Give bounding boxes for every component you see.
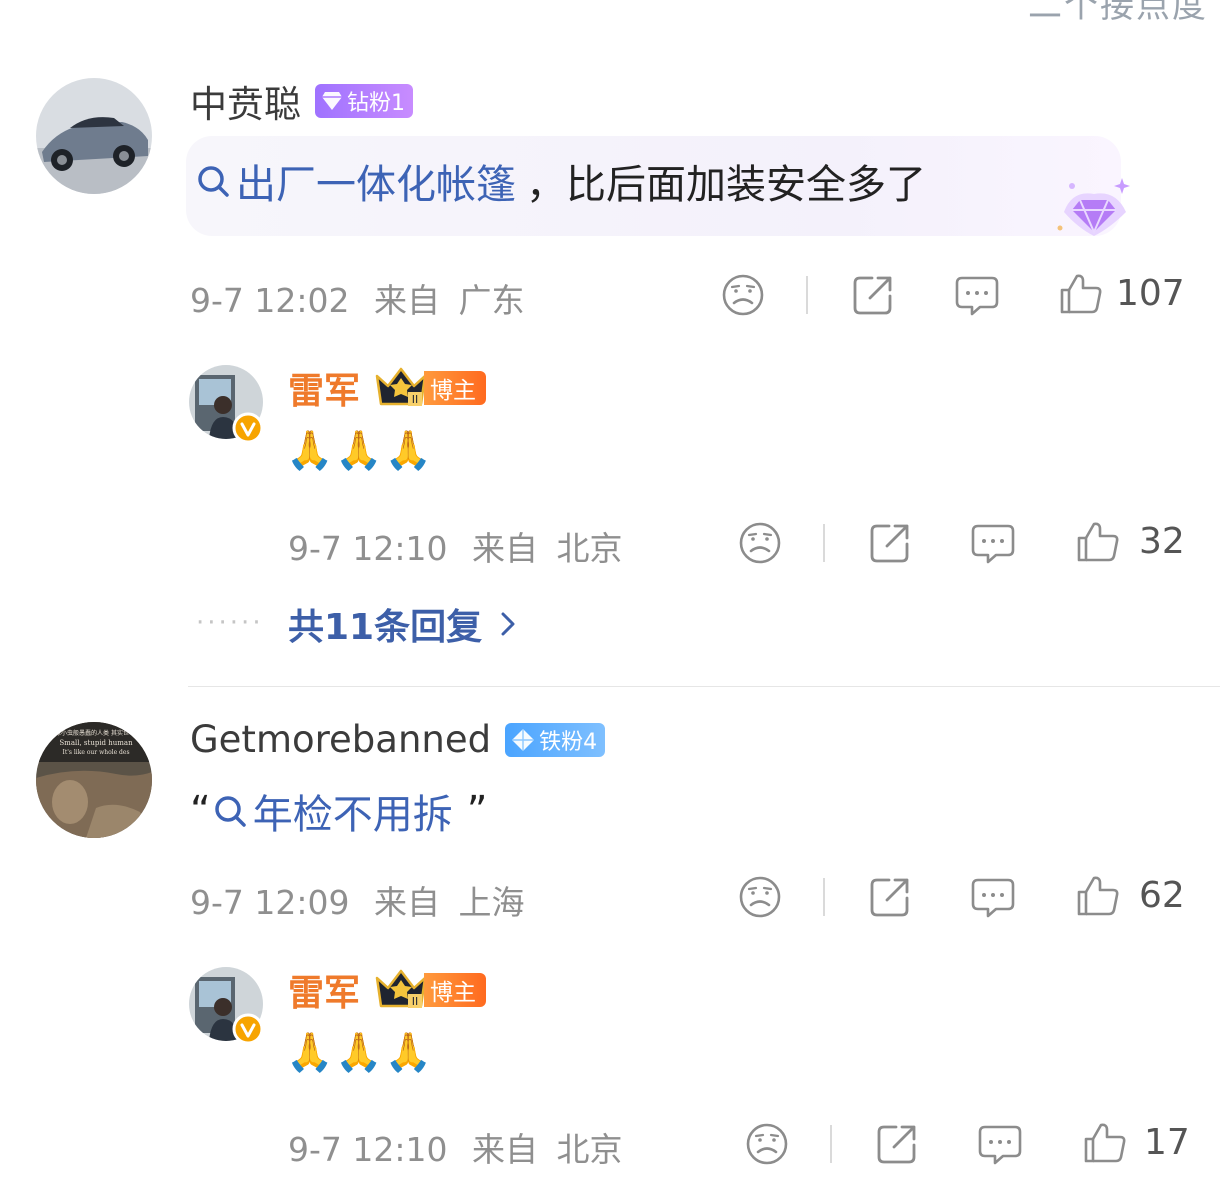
crown-icon: II	[374, 968, 428, 1012]
reply-meta: 9-7 12:10 来自 北京	[288, 522, 623, 570]
share-icon[interactable]	[850, 272, 896, 318]
sad-face-icon[interactable]	[720, 272, 766, 318]
chevron-right-icon	[498, 609, 518, 639]
avatar-text-2: Small, stupid human	[59, 739, 133, 747]
fan-badge-label: 铁粉4	[539, 729, 598, 755]
sad-face-icon[interactable]	[744, 1121, 790, 1167]
crown-level: II	[412, 393, 419, 406]
reply-content: 🙏🙏🙏	[286, 1030, 434, 1074]
fan-badge[interactable]: 铁粉4	[505, 722, 606, 757]
share-icon[interactable]	[867, 520, 913, 566]
reply-user-name[interactable]: 雷军	[288, 362, 360, 414]
topic-link[interactable]: 出厂一体化帐篷	[236, 152, 516, 210]
topic-link[interactable]: 年检不用拆	[253, 782, 453, 840]
desert-avatar-image: 像小虫般愚蠢的人类 其实世 Small, stupid human It's l…	[36, 722, 152, 838]
comment-icon[interactable]	[954, 274, 1000, 318]
thumbs-up-icon	[1075, 872, 1121, 918]
meta-divider	[830, 1125, 832, 1163]
reply-meta: 9-7 12:10 来自 北京	[288, 1123, 623, 1171]
diamond-icon	[321, 91, 343, 111]
blogger-badge[interactable]: II 博主	[374, 366, 487, 410]
reply-time: 9-7 12:10	[288, 1130, 448, 1169]
like-button[interactable]: 62	[1075, 872, 1185, 918]
like-count: 107	[1116, 272, 1185, 314]
like-button[interactable]: 107	[1058, 270, 1185, 316]
comment-icon[interactable]	[970, 876, 1016, 920]
user-name[interactable]: 中贲聪	[190, 74, 301, 128]
diamond-decoration-icon	[1052, 172, 1136, 246]
from-label: 来自	[374, 883, 440, 922]
from-label: 来自	[472, 1130, 538, 1169]
comment-text: ，比后面加装安全多了	[526, 162, 926, 208]
fan-badge-label: 钻粉1	[347, 91, 405, 116]
dots-decoration: ······	[196, 608, 264, 638]
meta-divider	[823, 878, 825, 916]
like-count: 17	[1144, 1121, 1190, 1163]
comment-location: 广东	[458, 281, 525, 320]
comment-time: 9-7 12:09	[190, 883, 350, 922]
comment-time: 9-7 12:02	[190, 281, 350, 320]
view-replies-link[interactable]: 共11条回复	[288, 598, 518, 650]
fan-badge[interactable]: 钻粉1	[315, 84, 413, 118]
crown-level: II	[412, 995, 419, 1008]
search-icon	[196, 163, 232, 199]
from-label: 来自	[472, 529, 538, 568]
reply-location: 北京	[556, 529, 623, 568]
verified-badge-icon	[232, 412, 264, 448]
blogger-tag-label: 博主	[424, 371, 487, 405]
quote-close: ”	[466, 788, 488, 834]
like-count: 62	[1139, 874, 1185, 916]
meta-divider	[806, 276, 808, 314]
user-avatar[interactable]	[36, 78, 152, 194]
user-name[interactable]: Getmorebanned	[190, 718, 491, 761]
avatar-text-3: It's like our whole des	[62, 749, 129, 756]
avatar-text-1: 像小虫般愚蠢的人类 其实世	[55, 729, 129, 737]
comment-location: 上海	[458, 883, 525, 922]
search-icon	[213, 793, 249, 829]
reply-content: 🙏🙏🙏	[286, 428, 434, 472]
reply-location: 北京	[556, 1130, 623, 1169]
meta-divider	[823, 524, 825, 562]
thumbs-up-icon	[1058, 270, 1104, 316]
from-label: 来自	[374, 281, 440, 320]
user-avatar[interactable]: 像小虫般愚蠢的人类 其实世 Small, stupid human It's l…	[36, 722, 152, 838]
share-icon[interactable]	[874, 1121, 920, 1167]
reply-time: 9-7 12:10	[288, 529, 448, 568]
like-count: 32	[1139, 520, 1185, 562]
blogger-tag-label: 博主	[424, 973, 487, 1007]
blogger-badge[interactable]: II 博主	[374, 968, 487, 1012]
comment-content: “ 年检不用拆 ”	[190, 782, 487, 840]
like-button[interactable]: 17	[1082, 1119, 1190, 1165]
sad-face-icon[interactable]	[737, 874, 783, 920]
reply-count-text: 共11条回复	[288, 607, 483, 648]
reply-user-name[interactable]: 雷军	[288, 964, 360, 1016]
sad-face-icon[interactable]	[737, 520, 783, 566]
thumbs-up-icon	[1082, 1119, 1128, 1165]
verified-badge-icon	[232, 1013, 264, 1049]
comment-content: 出厂一体化帐篷 ，比后面加装安全多了	[196, 152, 926, 210]
share-icon[interactable]	[867, 874, 913, 920]
crown-icon: II	[374, 366, 428, 410]
thumbs-up-icon	[1075, 518, 1121, 564]
top-partial-text: 二个接点度	[1028, 0, 1208, 26]
comment-meta: 9-7 12:09 来自 上海	[190, 876, 525, 924]
car-avatar-image	[36, 78, 152, 194]
diamond-icon	[511, 728, 535, 752]
quote-open: “	[190, 788, 211, 834]
comment-icon[interactable]	[970, 522, 1016, 566]
comment-meta: 9-7 12:02 来自 广东	[190, 274, 525, 322]
comment-icon[interactable]	[977, 1123, 1023, 1167]
comment-separator	[188, 686, 1220, 687]
like-button[interactable]: 32	[1075, 518, 1185, 564]
